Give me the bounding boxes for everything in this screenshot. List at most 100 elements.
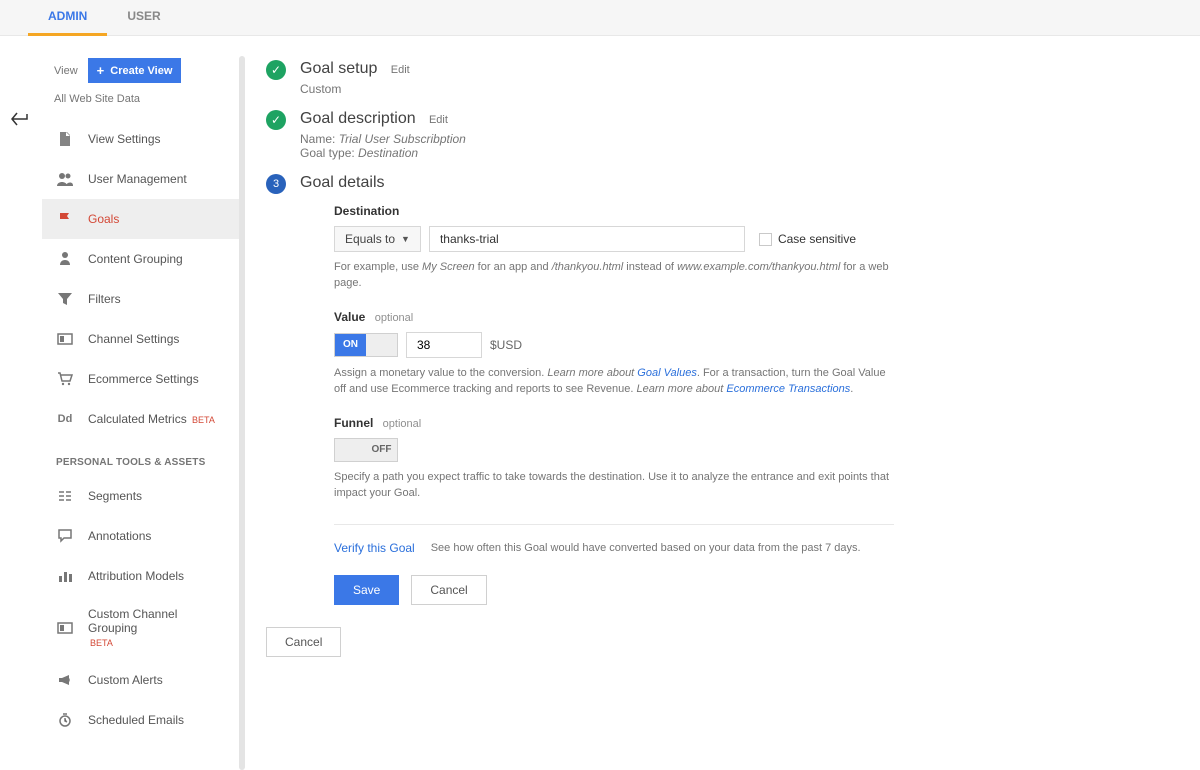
- view-name: All Web Site Data: [42, 93, 242, 119]
- step-title: Goal details: [300, 174, 385, 191]
- back-button[interactable]: [10, 110, 32, 128]
- beta-badge: BETA: [90, 638, 113, 648]
- name-label: Name:: [300, 132, 339, 146]
- sidebar-item-label: Channel Settings: [88, 332, 179, 346]
- value-input[interactable]: [406, 332, 482, 358]
- value-toggle[interactable]: ON: [334, 333, 398, 357]
- sidebar: View + Create View All Web Site Data Vie…: [42, 36, 242, 770]
- check-icon: ✓: [266, 60, 286, 80]
- person-star-icon: [56, 250, 74, 268]
- funnel-label: Funnel: [334, 416, 373, 430]
- bars-icon: [56, 567, 74, 585]
- value-help: Assign a monetary value to the conversio…: [334, 366, 894, 398]
- case-sensitive-label: Case sensitive: [778, 232, 856, 246]
- verify-row: Verify this Goal See how often this Goal…: [334, 524, 894, 555]
- sidebar-item-label: Custom Channel Grouping: [88, 607, 177, 635]
- case-sensitive-checkbox[interactable]: Case sensitive: [759, 232, 856, 246]
- step-title: Goal description: [300, 110, 416, 127]
- type-value: Destination: [358, 146, 418, 160]
- sidebar-item-label: Custom Alerts: [88, 673, 163, 687]
- plus-icon: +: [97, 63, 105, 78]
- edit-link[interactable]: Edit: [429, 114, 448, 126]
- funnel-icon: [56, 290, 74, 308]
- sidebar-item-channel-settings[interactable]: Channel Settings: [42, 319, 242, 359]
- step-goal-details: 3 Goal details Destination Equals to ▼: [266, 174, 1150, 605]
- segments-icon: [56, 487, 74, 505]
- sidebar-item-label: Filters: [88, 292, 121, 306]
- value-section: Value optional ON $USD Assig: [334, 310, 894, 398]
- sidebar-item-ecommerce-settings[interactable]: Ecommerce Settings: [42, 359, 242, 399]
- sidebar-item-label: Scheduled Emails: [88, 713, 184, 727]
- toggle-off: [366, 334, 397, 356]
- tab-user[interactable]: USER: [107, 0, 180, 36]
- cancel-button[interactable]: Cancel: [411, 575, 486, 605]
- users-icon: [56, 170, 74, 188]
- clock-icon: [56, 711, 74, 729]
- step-title: Goal setup: [300, 60, 377, 77]
- channel-icon: [56, 619, 74, 637]
- sidebar-item-label: Goals: [88, 212, 119, 226]
- sidebar-item-custom-channel-grouping[interactable]: Custom Channel Grouping BETA: [42, 596, 242, 660]
- destination-help: For example, use My Screen for an app an…: [334, 260, 894, 292]
- optional-label: optional: [375, 312, 414, 324]
- tab-admin[interactable]: ADMIN: [28, 0, 107, 36]
- goal-values-link[interactable]: Goal Values: [637, 367, 697, 379]
- sidebar-item-label: View Settings: [88, 132, 161, 146]
- beta-badge: BETA: [192, 415, 215, 425]
- sidebar-item-label: Calculated Metrics: [88, 412, 187, 426]
- top-tabs: ADMIN USER: [0, 0, 1200, 36]
- sidebar-item-attribution-models[interactable]: Attribution Models: [42, 556, 242, 596]
- view-label: View: [54, 65, 78, 77]
- destination-input[interactable]: [429, 226, 745, 252]
- dd-icon: Dd: [56, 410, 74, 428]
- sidebar-item-annotations[interactable]: Annotations: [42, 516, 242, 556]
- value-label: Value: [334, 310, 365, 324]
- sidebar-item-custom-alerts[interactable]: Custom Alerts: [42, 660, 242, 700]
- sidebar-item-label: Content Grouping: [88, 252, 183, 266]
- document-icon: [56, 130, 74, 148]
- main-content: ✓ Goal setup Edit Custom ✓ Goal descript…: [242, 36, 1200, 770]
- save-button[interactable]: Save: [334, 575, 399, 605]
- verify-goal-link[interactable]: Verify this Goal: [334, 541, 415, 555]
- channel-icon: [56, 330, 74, 348]
- destination-label: Destination: [334, 204, 894, 218]
- create-view-label: Create View: [110, 65, 172, 77]
- sidebar-item-content-grouping[interactable]: Content Grouping: [42, 239, 242, 279]
- sidebar-item-view-settings[interactable]: View Settings: [42, 119, 242, 159]
- megaphone-icon: [56, 671, 74, 689]
- sidebar-item-label: Attribution Models: [88, 569, 184, 583]
- sidebar-item-label: User Management: [88, 172, 187, 186]
- sidebar-item-label: Annotations: [88, 529, 151, 543]
- sidebar-item-filters[interactable]: Filters: [42, 279, 242, 319]
- comment-icon: [56, 527, 74, 545]
- sidebar-item-segments[interactable]: Segments: [42, 476, 242, 516]
- match-type-dropdown[interactable]: Equals to ▼: [334, 226, 421, 252]
- ecommerce-transactions-link[interactable]: Ecommerce Transactions: [726, 383, 850, 395]
- sidebar-item-label: Ecommerce Settings: [88, 372, 199, 386]
- step-goal-description: ✓ Goal description Edit Name: Trial User…: [266, 110, 1150, 160]
- outer-cancel-button[interactable]: Cancel: [266, 627, 341, 657]
- sidebar-item-label: Segments: [88, 489, 142, 503]
- step-goal-setup: ✓ Goal setup Edit Custom: [266, 60, 1150, 96]
- cart-icon: [56, 370, 74, 388]
- funnel-section: Funnel optional OFF Specify a path you e…: [334, 416, 894, 502]
- toggle-on: [335, 439, 366, 461]
- optional-label: optional: [383, 418, 422, 430]
- sidebar-item-user-management[interactable]: User Management: [42, 159, 242, 199]
- currency-label: $USD: [490, 338, 522, 352]
- funnel-toggle[interactable]: OFF: [334, 438, 398, 462]
- verify-description: See how often this Goal would have conve…: [431, 542, 861, 554]
- name-value: Trial User Subscribption: [339, 132, 466, 146]
- destination-section: Destination Equals to ▼ Case sensitive: [334, 204, 894, 292]
- sidebar-item-calculated-metrics[interactable]: Dd Calculated Metrics BETA: [42, 399, 242, 439]
- edit-link[interactable]: Edit: [391, 64, 410, 76]
- create-view-button[interactable]: + Create View: [88, 58, 182, 83]
- checkbox-icon: [759, 233, 772, 246]
- sidebar-item-scheduled-emails[interactable]: Scheduled Emails: [42, 700, 242, 740]
- toggle-on: ON: [335, 334, 366, 356]
- sidebar-item-goals[interactable]: Goals: [42, 199, 242, 239]
- step-subtitle: Custom: [300, 82, 410, 96]
- caret-down-icon: ▼: [401, 234, 410, 244]
- type-label: Goal type:: [300, 146, 358, 160]
- funnel-help: Specify a path you expect traffic to tak…: [334, 470, 894, 502]
